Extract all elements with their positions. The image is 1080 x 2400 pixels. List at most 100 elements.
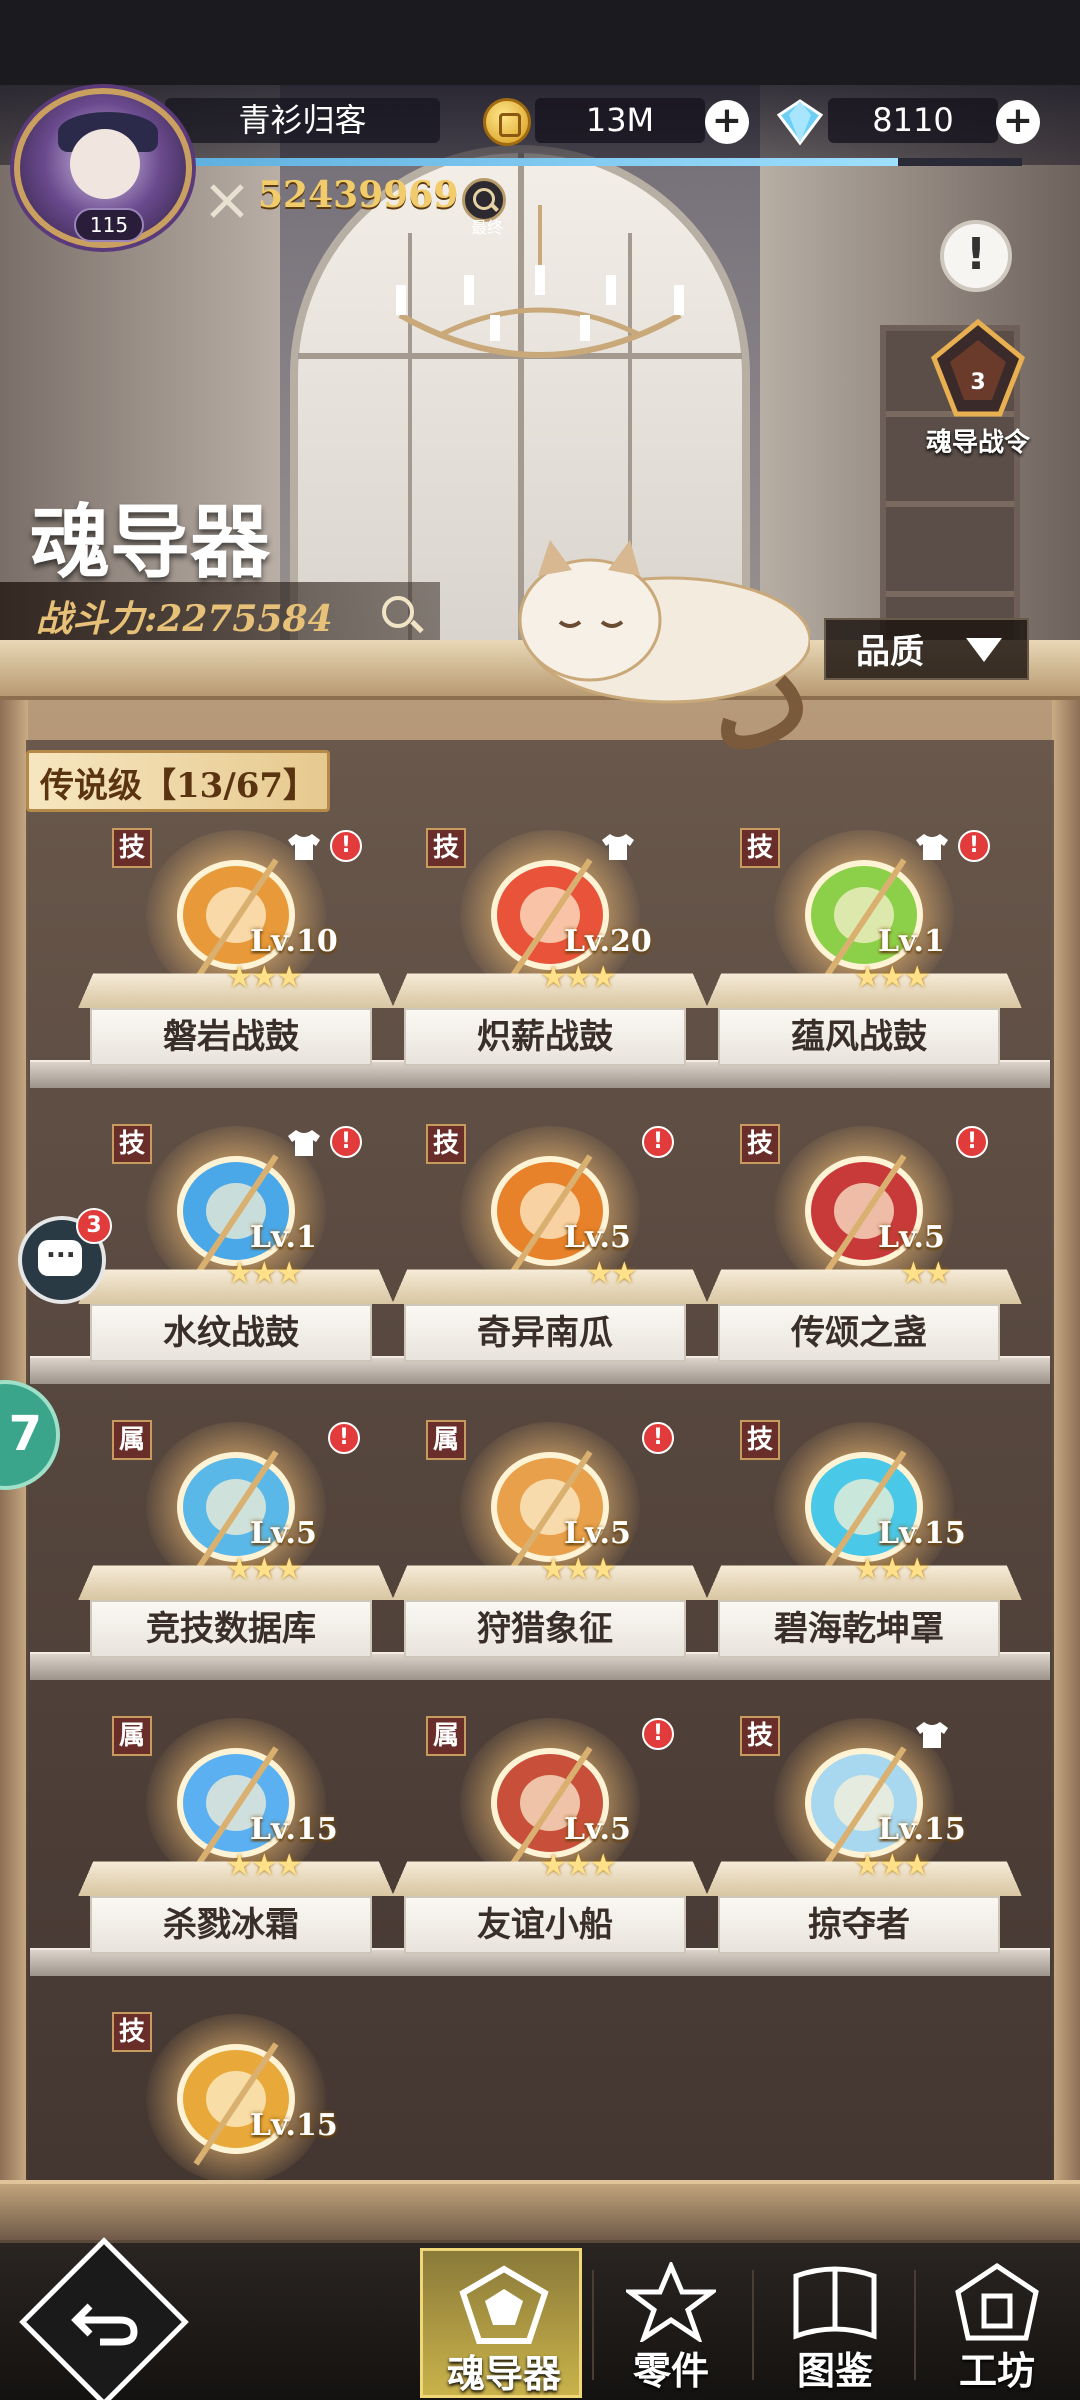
tab-label: 图鉴 [796,2348,873,2393]
skin-shirt-icon [602,834,634,860]
skin-shirt-icon [288,834,320,860]
gold-amount: 13M [535,98,705,143]
battle-pass-emblem-icon [931,318,1025,417]
player-level: 115 [74,208,144,242]
soul-device-item[interactable]: 技! Lv.5 ★★ 奇异南瓜 [392,1116,708,1376]
chat-unread-badge: 3 [76,1208,112,1244]
item-level: Lv.20 [564,924,652,959]
item-level: Lv.5 [250,1516,317,1551]
item-type-tag: 技 [740,1420,780,1460]
tab-soul-device[interactable]: 魂导器 [420,2248,582,2398]
star-rating: ★★★ [854,1552,931,1587]
player-name[interactable]: 青衫归客 [165,98,440,143]
add-gem-button[interactable]: + [996,100,1040,144]
chat-bubble-icon [38,1234,82,1276]
item-level: Lv.5 [878,1220,945,1255]
item-type-tag: 属 [112,1716,152,1756]
tab-label: 魂导器 [446,2351,561,2396]
star-rating: ★★ [900,1256,952,1291]
skin-shirt-icon [916,1722,948,1748]
gold-coin-icon [483,98,531,146]
soul-device-item[interactable]: 属! Lv.5 ★★★ 竞技数据库 [78,1412,394,1672]
item-level: Lv.5 [564,1516,631,1551]
alert-icon: ! [642,1422,674,1454]
soul-device-item[interactable]: 属 Lv.15 ★★★ 杀戮冰霜 [78,1708,394,1968]
item-type-tag: 技 [426,828,466,868]
golden-pyramid-icon [177,2042,295,2166]
crossed-swords-icon [210,184,244,218]
category-label: 传说级【13/67】 [40,766,318,806]
star-rating: ★★★ [854,1848,931,1883]
item-level: Lv.10 [250,924,338,959]
soul-device-item[interactable]: 技! Lv.10 ★★★ 磐岩战鼓 [78,820,394,1080]
combat-power: 战斗力:2275584 [36,598,333,640]
soul-device-item[interactable]: 技! Lv.1 ★★★ 水纹战鼓 [78,1116,394,1376]
soul-device-item[interactable]: 技 Lv.15 [86,2004,386,2194]
skin-shirt-icon [916,834,948,860]
alert-icon: ! [328,1422,360,1454]
item-level: Lv.15 [878,1516,966,1551]
star-rating: ★★★ [540,1552,617,1587]
battle-pass-button[interactable]: 3 魂导战令 [908,318,1048,468]
battle-pass-label: 魂导战令 [925,428,1030,458]
soul-device-item[interactable]: 技 Lv.15 ★★★ 碧海乾坤罩 [706,1412,1022,1672]
item-type-tag: 技 [112,828,152,868]
parts-icon [626,2262,716,2342]
item-name: 杀戮冰霜 [90,1896,372,1954]
soul-device-item[interactable]: 技! Lv.5 ★★ 传颂之盏 [706,1116,1022,1376]
back-arrow-icon [71,2303,138,2346]
alert-icon: ! [958,830,990,862]
item-name: 传颂之盏 [718,1304,1000,1362]
item-level: Lv.1 [250,1220,317,1255]
alert-icon: ! [956,1126,988,1158]
page-title: 魂导器 [30,495,270,589]
soul-device-item[interactable]: 技! Lv.1 ★★★ 蕴风战鼓 [706,820,1022,1080]
item-type-tag: 技 [740,1716,780,1756]
notice-button[interactable]: ! [940,220,1012,292]
star-rating: ★★★ [226,1848,303,1883]
item-type-tag: 属 [112,1420,152,1460]
soul-device-icon [459,2265,549,2344]
star-rating: ★★★ [226,1552,303,1587]
alert-icon: ! [330,830,362,862]
item-type-tag: 技 [740,828,780,868]
alert-icon: ! [642,1126,674,1158]
item-name: 蕴风战鼓 [718,1008,1000,1066]
star-rating: ★★★ [854,960,931,995]
soul-device-item[interactable]: 技 Lv.15 ★★★ 掠夺者 [706,1708,1022,1968]
item-level: Lv.5 [564,1812,631,1847]
item-type-tag: 技 [740,1124,780,1164]
book-icon [793,2266,877,2340]
exp-bar [192,158,1022,166]
tab-parts[interactable]: 零件 [590,2248,752,2398]
item-name: 友谊小船 [404,1896,686,1954]
item-name: 掠夺者 [718,1896,1000,1954]
item-name: 奇异南瓜 [404,1304,686,1362]
item-name: 竞技数据库 [90,1600,372,1658]
star-rating: ★★★ [540,1848,617,1883]
alert-icon: ! [330,1126,362,1158]
battle-pass-level: 3 [970,370,986,395]
item-name: 水纹战鼓 [90,1304,372,1362]
final-label: 最终 [470,218,503,237]
item-type-tag: 技 [426,1124,466,1164]
soul-device-item[interactable]: 属! Lv.5 ★★★ 友谊小船 [392,1708,708,1968]
item-type-tag: 属 [426,1716,466,1756]
soul-device-item[interactable]: 属! Lv.5 ★★★ 狩猎象征 [392,1412,708,1672]
add-gold-button[interactable]: + [705,100,749,144]
combat-power-search-icon[interactable] [382,596,414,628]
item-level: Lv.5 [564,1220,631,1255]
soul-device-item[interactable]: 技 Lv.20 ★★★ 炽薪战鼓 [392,820,708,1080]
item-level: Lv.15 [250,1812,338,1847]
workshop-icon [955,2262,1039,2341]
skin-shirt-icon [288,1130,320,1156]
cabinet-base [0,2180,1080,2240]
item-level: Lv.15 [250,2108,338,2143]
dropdown-arrow-icon [966,638,1002,662]
item-name: 磐岩战鼓 [90,1008,372,1066]
star-rating: ★★★ [226,1256,303,1291]
gem-amount: 8110 [828,98,998,143]
tab-label: 工坊 [958,2348,1035,2393]
tab-codex[interactable]: 图鉴 [754,2248,916,2398]
tab-workshop[interactable]: 工坊 [916,2248,1078,2398]
